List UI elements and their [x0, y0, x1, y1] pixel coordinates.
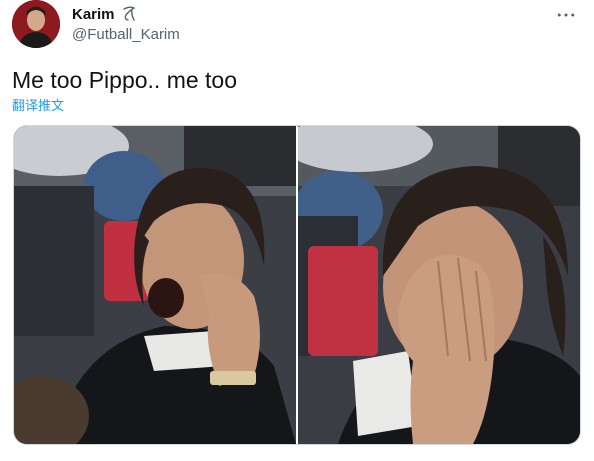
tweet-text: Me too Pippo.. me too [12, 67, 238, 93]
tweet-media [13, 125, 581, 445]
media-photo-left[interactable] [14, 126, 296, 444]
tweet: Karim @Futball_Karim Me too Pippo.. me t… [0, 0, 594, 461]
more-horizontal-icon[interactable] [554, 5, 578, 25]
translate-tweet-link[interactable]: 翻译推文 [12, 95, 64, 114]
photo-man-yawning [14, 126, 296, 444]
avatar-photo [12, 0, 60, 48]
scribble-signature-icon [122, 6, 135, 21]
author-display-name[interactable]: Karim [72, 6, 115, 23]
author-name-row: Karim [72, 5, 139, 23]
photo-man-rubbing-eyes [298, 126, 580, 444]
author-handle[interactable]: @Futball_Karim [72, 26, 180, 43]
media-photo-right[interactable] [298, 126, 580, 444]
avatar[interactable] [12, 0, 60, 48]
